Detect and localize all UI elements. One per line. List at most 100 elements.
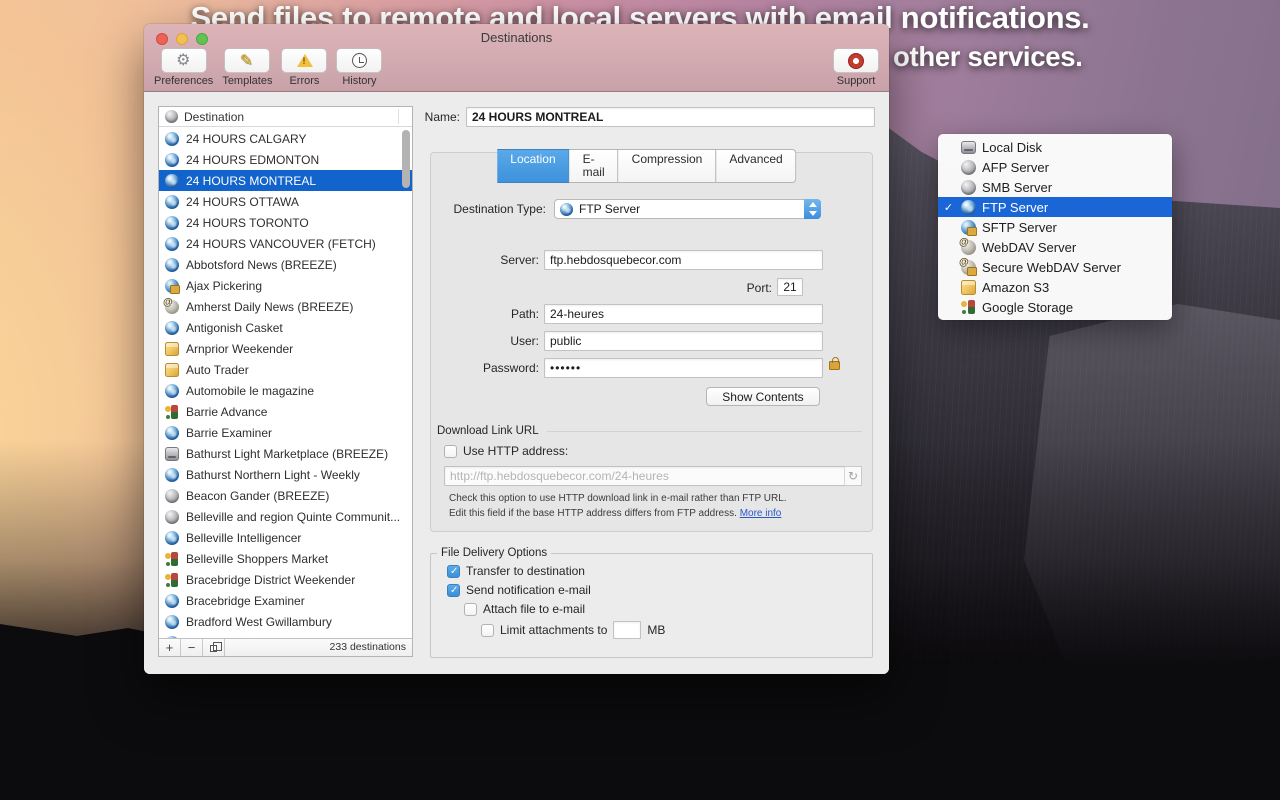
destination-row[interactable]: Automobile le magazine	[159, 380, 412, 401]
destination-row[interactable]: Bradford West Gwillambury	[159, 611, 412, 632]
notification-label: Send notification e-mail	[466, 583, 591, 597]
globe-lock-icon	[961, 220, 976, 235]
webdav-lock-icon	[961, 260, 976, 275]
refresh-icon[interactable]: ↻	[844, 466, 862, 486]
warning-icon	[296, 52, 313, 69]
destination-row[interactable]: Abbotsford News (BREEZE)	[159, 254, 412, 275]
toolbar-button[interactable]: Errors	[281, 48, 327, 87]
globe-icon	[165, 258, 179, 272]
destination-row[interactable]: Belleville Shoppers Market	[159, 548, 412, 569]
destination-row[interactable]: 24 HOURS EDMONTON	[159, 149, 412, 170]
minimize-button[interactable]	[176, 33, 188, 45]
remove-destination-button[interactable]: −	[181, 639, 203, 656]
menu-item[interactable]: SMB Server	[938, 177, 1172, 197]
s3-icon	[961, 280, 976, 295]
more-info-link[interactable]: More info	[740, 508, 782, 519]
destination-row[interactable]: 24 HOURS MONTREAL	[159, 170, 412, 191]
menu-item[interactable]: ✓ FTP Server	[938, 197, 1172, 217]
destination-row[interactable]: Amherst Daily News (BREEZE)	[159, 296, 412, 317]
tab[interactable]: E-mail	[570, 149, 619, 183]
limit-mb-input[interactable]	[613, 621, 641, 639]
menu-item[interactable]: SFTP Server	[938, 217, 1172, 237]
use-http-label: Use HTTP address:	[463, 444, 568, 458]
close-button[interactable]	[156, 33, 168, 45]
limit-checkbox[interactable]	[481, 624, 494, 637]
use-http-checkbox[interactable]	[444, 445, 457, 458]
lifebuoy-icon	[848, 53, 864, 69]
server-input[interactable]	[544, 250, 823, 270]
menu-item-label: Amazon S3	[982, 280, 1049, 295]
menu-item-label: WebDAV Server	[982, 240, 1076, 255]
destination-row[interactable]: Bathurst Light Marketplace (BREEZE)	[159, 443, 412, 464]
duplicate-destination-button[interactable]	[203, 639, 225, 656]
destination-row[interactable]: Arnprior Weekender	[159, 338, 412, 359]
tab[interactable]: Advanced	[716, 149, 796, 183]
menu-item[interactable]: Amazon S3	[938, 277, 1172, 297]
gstorage-icon	[961, 300, 976, 315]
destination-row[interactable]: Belleville Intelligencer	[159, 527, 412, 548]
destinations-window: Destinations Preferences	[144, 24, 889, 674]
port-input[interactable]	[777, 278, 803, 296]
path-input[interactable]	[544, 304, 823, 324]
scrollbar-thumb[interactable]	[402, 130, 410, 188]
tab[interactable]: Location	[497, 149, 569, 183]
destination-row[interactable]: 24 HOURS OTTAWA	[159, 191, 412, 212]
toolbar-button[interactable]: History	[336, 48, 382, 87]
destination-row[interactable]: 24 HOURS VANCOUVER (FETCH)	[159, 233, 412, 254]
destination-type-popup[interactable]: FTP Server	[554, 199, 821, 219]
window-header: Destinations Preferences	[144, 24, 889, 92]
globe-icon	[165, 237, 179, 251]
notification-checkbox[interactable]	[447, 584, 460, 597]
download-link-section: Download Link URL	[437, 425, 862, 437]
download-help-line1: Check this option to use HTTP download l…	[449, 493, 787, 504]
globe-grey-icon	[165, 489, 179, 503]
password-label: Password:	[431, 361, 539, 375]
destination-row[interactable]: Barrie Examiner	[159, 422, 412, 443]
sidebar-scrollbar[interactable]	[402, 130, 410, 636]
window-content: Destination 24 HOURS CALGARY 24 HOURS ED…	[144, 92, 889, 674]
add-destination-button[interactable]: +	[159, 639, 181, 656]
password-input[interactable]	[544, 358, 823, 378]
globe-grey-icon	[961, 160, 976, 175]
popup-stepper-icon	[804, 199, 821, 219]
toolbar-button[interactable]: Templates	[222, 48, 272, 87]
destination-row[interactable]: Beacon Gander (BREEZE)	[159, 485, 412, 506]
file-delivery-options: File Delivery Options Transfer to destin…	[430, 547, 873, 658]
menu-item-label: SMB Server	[982, 180, 1052, 195]
toolbar-button[interactable]: Preferences	[154, 48, 213, 87]
destination-row[interactable]: Antigonish Casket	[159, 317, 412, 338]
http-address-input[interactable]	[444, 466, 862, 486]
menu-item[interactable]: Google Storage	[938, 297, 1172, 317]
destination-row[interactable]: Bracebridge Examiner	[159, 590, 412, 611]
menu-item[interactable]: WebDAV Server	[938, 237, 1172, 257]
destination-row[interactable]: Belleville and region Quinte Communit...	[159, 506, 412, 527]
destination-row[interactable]: Bathurst Northern Light - Weekly	[159, 464, 412, 485]
destination-row[interactable]: 24 HOURS CALGARY	[159, 128, 412, 149]
menu-item-label: Local Disk	[982, 140, 1042, 155]
transfer-checkbox[interactable]	[447, 565, 460, 578]
destination-row[interactable]: Ajax Pickering	[159, 275, 412, 296]
menu-item[interactable]: AFP Server	[938, 157, 1172, 177]
name-input[interactable]	[466, 107, 875, 127]
tab[interactable]: Compression	[619, 149, 717, 183]
destination-row[interactable]: 24 HOURS TORONTO	[159, 212, 412, 233]
attach-checkbox[interactable]	[464, 603, 477, 616]
menu-item[interactable]: Secure WebDAV Server	[938, 257, 1172, 277]
menu-item-label: AFP Server	[982, 160, 1049, 175]
show-contents-button[interactable]: Show Contents	[706, 387, 820, 406]
user-input[interactable]	[544, 331, 823, 351]
destination-row[interactable]: Auto Trader	[159, 359, 412, 380]
destination-count: 233 destinations	[225, 639, 412, 656]
globe-icon	[560, 203, 573, 216]
destination-row[interactable]: Barrie Advance	[159, 401, 412, 422]
gstorage-icon	[165, 405, 179, 419]
zoom-button[interactable]	[196, 33, 208, 45]
menu-item[interactable]: Local Disk	[938, 137, 1172, 157]
port-label: Port:	[672, 281, 772, 295]
globe-icon	[165, 426, 179, 440]
destination-row[interactable]: Bracebridge District Weekender	[159, 569, 412, 590]
support-button[interactable]: Support	[833, 48, 879, 87]
destination-column-header[interactable]: Destination	[159, 107, 412, 127]
s3-icon	[165, 363, 179, 377]
webdav-icon	[165, 300, 179, 314]
